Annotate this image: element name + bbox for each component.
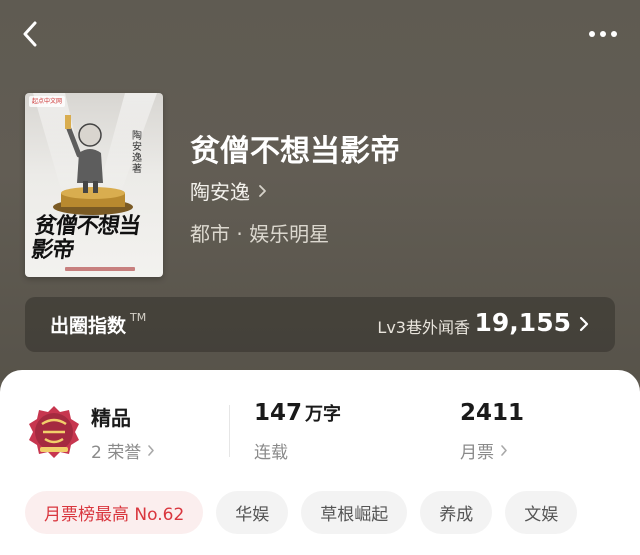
more-dots-icon [589,31,617,37]
chevron-right-icon [148,445,155,456]
index-level: Lv3巷外闻香 [377,318,470,337]
honors-count: 2 荣誉 [91,443,142,463]
quality-title: 精品 [91,406,131,430]
author-name: 陶安逸 [190,180,250,204]
chevron-left-icon [23,21,37,47]
cover-title: 贫僧不想当影帝 [29,214,142,263]
monthly-ticket-link[interactable]: 月票 [460,438,508,463]
popularity-index-card[interactable]: 出圈指数 TM Lv3巷外闻香 19,155 [25,297,615,352]
stats-divider [229,405,230,457]
serial-status: 连载 [254,443,288,463]
index-value: 19,155 [474,308,571,337]
tag-item[interactable]: 华娱 [216,491,289,534]
tag-item[interactable]: 文娱 [505,491,578,534]
monthly-ticket-count: 2411 [460,400,525,426]
author-link[interactable]: 陶安逸 [190,176,267,205]
monthly-ticket-label: 月票 [460,443,494,463]
book-cover[interactable]: 起点中文网 陶安逸著 贫僧不想当影帝 [25,93,163,277]
quality-medal-icon [26,404,82,460]
honors-link[interactable]: 2 荣誉 [91,438,155,463]
trademark-label: TM [130,311,147,324]
top-bar [0,0,640,70]
tag-item[interactable]: 养成 [420,491,493,534]
tag-item[interactable]: 草根崛起 [301,491,408,534]
book-genre[interactable]: 都市 · 娱乐明星 [190,218,329,247]
cover-footer-strip [65,267,135,271]
word-count-number: 147 [254,400,303,426]
chevron-right-icon [501,445,507,456]
tag-list: 月票榜最高 No.62 华娱 草根崛起 养成 文娱 [25,491,590,536]
cover-author: 陶安逸著 [132,131,142,175]
index-label: 出圈指数 TM [50,311,146,338]
book-title: 贫僧不想当影帝 [190,134,400,169]
tag-monthly-rank[interactable]: 月票榜最高 No.62 [25,491,204,534]
index-label-text: 出圈指数 [50,315,127,337]
more-button[interactable] [578,20,618,48]
word-count: 147 万字 [254,400,341,426]
cover-publisher-badge: 起点中文网 [29,96,66,107]
chevron-right-icon [259,184,266,197]
chevron-right-icon [579,316,589,332]
back-button[interactable] [22,16,62,52]
word-count-unit: 万字 [305,404,342,425]
